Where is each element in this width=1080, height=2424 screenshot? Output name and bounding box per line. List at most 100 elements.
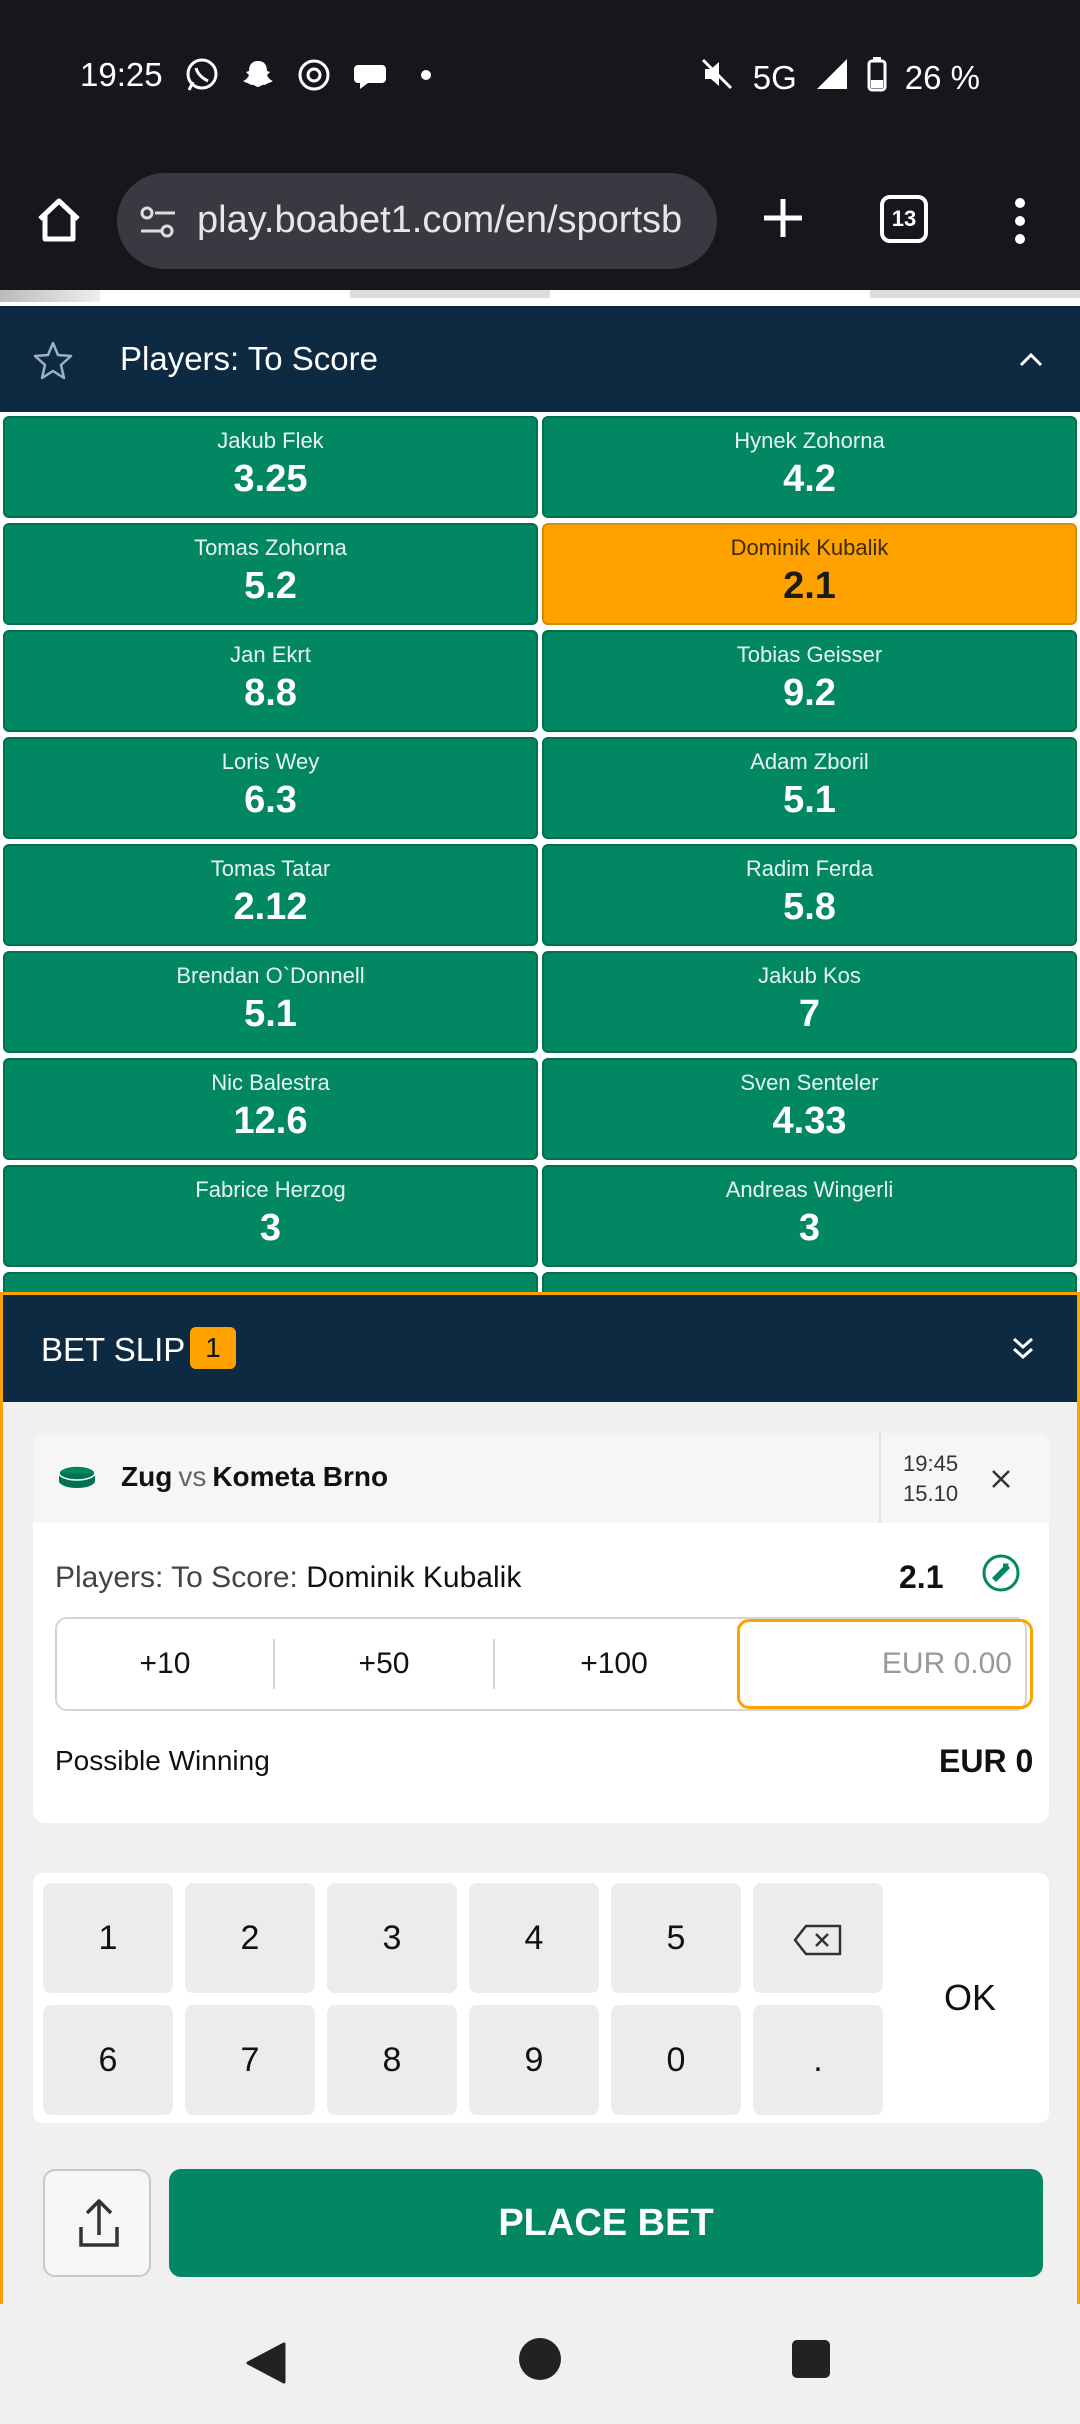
match-row: Zug vs Kometa Brno 19:45 15.10 [33, 1433, 1049, 1523]
odd-button[interactable]: Jan Ekrt 8.8 [3, 630, 538, 732]
match-date: 15.10 [903, 1481, 959, 1506]
battery-icon [867, 56, 887, 100]
player-name: Adam Zboril [750, 749, 869, 774]
share-button[interactable] [43, 2169, 151, 2277]
whatsapp-icon [183, 56, 221, 94]
odd-button[interactable]: Andreas Wingerli 3 [542, 1165, 1077, 1267]
stake-box: +10 +50 +100 EUR 0.00 [55, 1617, 1033, 1711]
key-1[interactable]: 1 [43, 1883, 173, 1993]
key-2[interactable]: 2 [185, 1883, 315, 1993]
close-icon[interactable] [987, 1465, 1015, 1493]
snapchat-icon [239, 56, 277, 94]
odds-grid: Jakub Flek 3.25 Hynek Zohorna 4.2 Tomas … [0, 412, 1080, 1292]
place-bet-button[interactable]: PLACE BET [169, 2169, 1043, 2277]
odd-button[interactable]: Fabrice Herzog 3 [3, 1165, 538, 1267]
odd-button[interactable]: Jakub Flek 3.25 [3, 416, 538, 518]
odd-button[interactable]: Tomas Tatar 2.12 [3, 844, 538, 946]
player-name: Dominik Kubalik [730, 535, 889, 560]
double-chevron-down-icon[interactable] [1011, 1335, 1035, 1361]
player-name: Jakub Flek [217, 428, 324, 453]
key-0[interactable]: 0 [611, 2005, 741, 2115]
vs-label: vs [178, 1461, 207, 1492]
new-tab-button[interactable] [758, 193, 808, 243]
odd-button[interactable]: Nic Balestra 12.6 [3, 1058, 538, 1160]
market-title: Players: To Score [120, 340, 379, 377]
page-strip [0, 290, 1080, 306]
possible-winning-value: EUR 0 [939, 1743, 1034, 1779]
player-name: Tomas Tatar [210, 856, 331, 881]
key-6[interactable]: 6 [43, 2005, 173, 2115]
away-team: Kometa Brno [212, 1461, 389, 1492]
backspace-key[interactable] [753, 1883, 883, 1993]
key-7[interactable]: 7 [185, 2005, 315, 2115]
odd-button[interactable]: Jakub Kos 7 [542, 951, 1077, 1053]
url-bar[interactable]: play.boabet1.com/en/sportsb [117, 173, 717, 269]
odds-change-icon[interactable] [979, 1551, 1023, 1595]
player-name: Nic Balestra [211, 1070, 330, 1095]
key-decimal[interactable]: . [753, 2005, 883, 2115]
player-name: Jan Ekrt [230, 642, 311, 667]
site-settings-icon[interactable] [137, 201, 179, 243]
odd-button[interactable]: Tomas Zohorna 5.2 [3, 523, 538, 625]
player-name: Hynek Zohorna [734, 428, 885, 453]
odd-value: 6.3 [244, 779, 297, 821]
key-9[interactable]: 9 [469, 2005, 599, 2115]
odd-button[interactable]: Brendan O`Donnell 5.1 [3, 951, 538, 1053]
odd-value: 3 [798, 1207, 821, 1249]
market-header[interactable]: Players: To Score [0, 306, 1080, 412]
stake-input[interactable]: EUR 0.00 [737, 1619, 1033, 1709]
recents-icon[interactable] [792, 2340, 830, 2378]
quick-stake-10[interactable]: +10 [57, 1619, 273, 1709]
bet-slip-header[interactable]: BET SLIP 1 [3, 1295, 1077, 1402]
odd-button[interactable]: Hynek Zohorna 4.2 [542, 416, 1077, 518]
match-time-hour: 19:45 [903, 1451, 959, 1476]
odd-button-selected[interactable]: Dominik Kubalik 2.1 [542, 523, 1077, 625]
bet-card: Zug vs Kometa Brno 19:45 15.10 Players: To… [33, 1433, 1049, 1823]
more-menu-icon[interactable] [1000, 193, 1040, 249]
odd-value: 3 [259, 1207, 282, 1249]
match-time: 19:45 15.10 [879, 1433, 959, 1523]
chevron-up-icon[interactable] [1018, 352, 1044, 368]
odd-value: 12.6 [233, 1100, 308, 1142]
key-8[interactable]: 8 [327, 2005, 457, 2115]
odd-button[interactable]: Radim Ferda 5.8 [542, 844, 1077, 946]
player-name: Loris Wey [221, 749, 320, 774]
odd-button-partial[interactable] [3, 1272, 538, 1292]
odd-button-partial[interactable] [542, 1272, 1077, 1292]
home-nav-icon[interactable] [519, 2338, 561, 2380]
quick-stake-50[interactable]: +50 [273, 1639, 493, 1689]
mute-icon [699, 56, 735, 100]
numeric-keypad: 1 2 3 4 5 6 7 8 9 0 . OK [33, 1873, 1049, 2123]
ok-button[interactable]: OK [895, 1873, 1045, 2123]
home-team: Zug [121, 1461, 173, 1492]
star-icon[interactable] [32, 339, 74, 381]
network-label: 5G [752, 59, 797, 96]
tab-switcher-button[interactable]: 13 [880, 195, 928, 243]
odd-value: 7 [798, 993, 821, 1035]
key-4[interactable]: 4 [469, 1883, 599, 1993]
market-label: Players: To Score: [55, 1561, 298, 1594]
back-icon[interactable] [244, 2340, 290, 2391]
bet-slip-title: BET SLIP [41, 1331, 186, 1368]
odd-value: 2.1 [783, 565, 836, 607]
status-bar: 19:25 5G 26 % [0, 0, 1080, 155]
odd-value: 8.8 [244, 672, 297, 714]
player-name: Radim Ferda [745, 856, 874, 881]
browser-toolbar: play.boabet1.com/en/sportsb 13 [0, 155, 1080, 290]
key-3[interactable]: 3 [327, 1883, 457, 1993]
player-name: Andreas Wingerli [725, 1177, 894, 1202]
selection-name: Dominik Kubalik [306, 1561, 522, 1594]
quick-stake-100[interactable]: +100 [493, 1639, 733, 1689]
url-text: play.boabet1.com/en/sportsb [197, 199, 683, 241]
odd-value: 9.2 [783, 672, 836, 714]
status-time: 19:25 [80, 56, 163, 93]
system-nav-bar [0, 2304, 1080, 2424]
odd-button[interactable]: Sven Senteler 4.33 [542, 1058, 1077, 1160]
home-button[interactable] [34, 195, 84, 245]
player-name: Brendan O`Donnell [176, 963, 365, 988]
chat-bubble-icon [351, 56, 389, 94]
key-5[interactable]: 5 [611, 1883, 741, 1993]
odd-button[interactable]: Adam Zboril 5.1 [542, 737, 1077, 839]
odd-button[interactable]: Loris Wey 6.3 [3, 737, 538, 839]
odd-button[interactable]: Tobias Geisser 9.2 [542, 630, 1077, 732]
